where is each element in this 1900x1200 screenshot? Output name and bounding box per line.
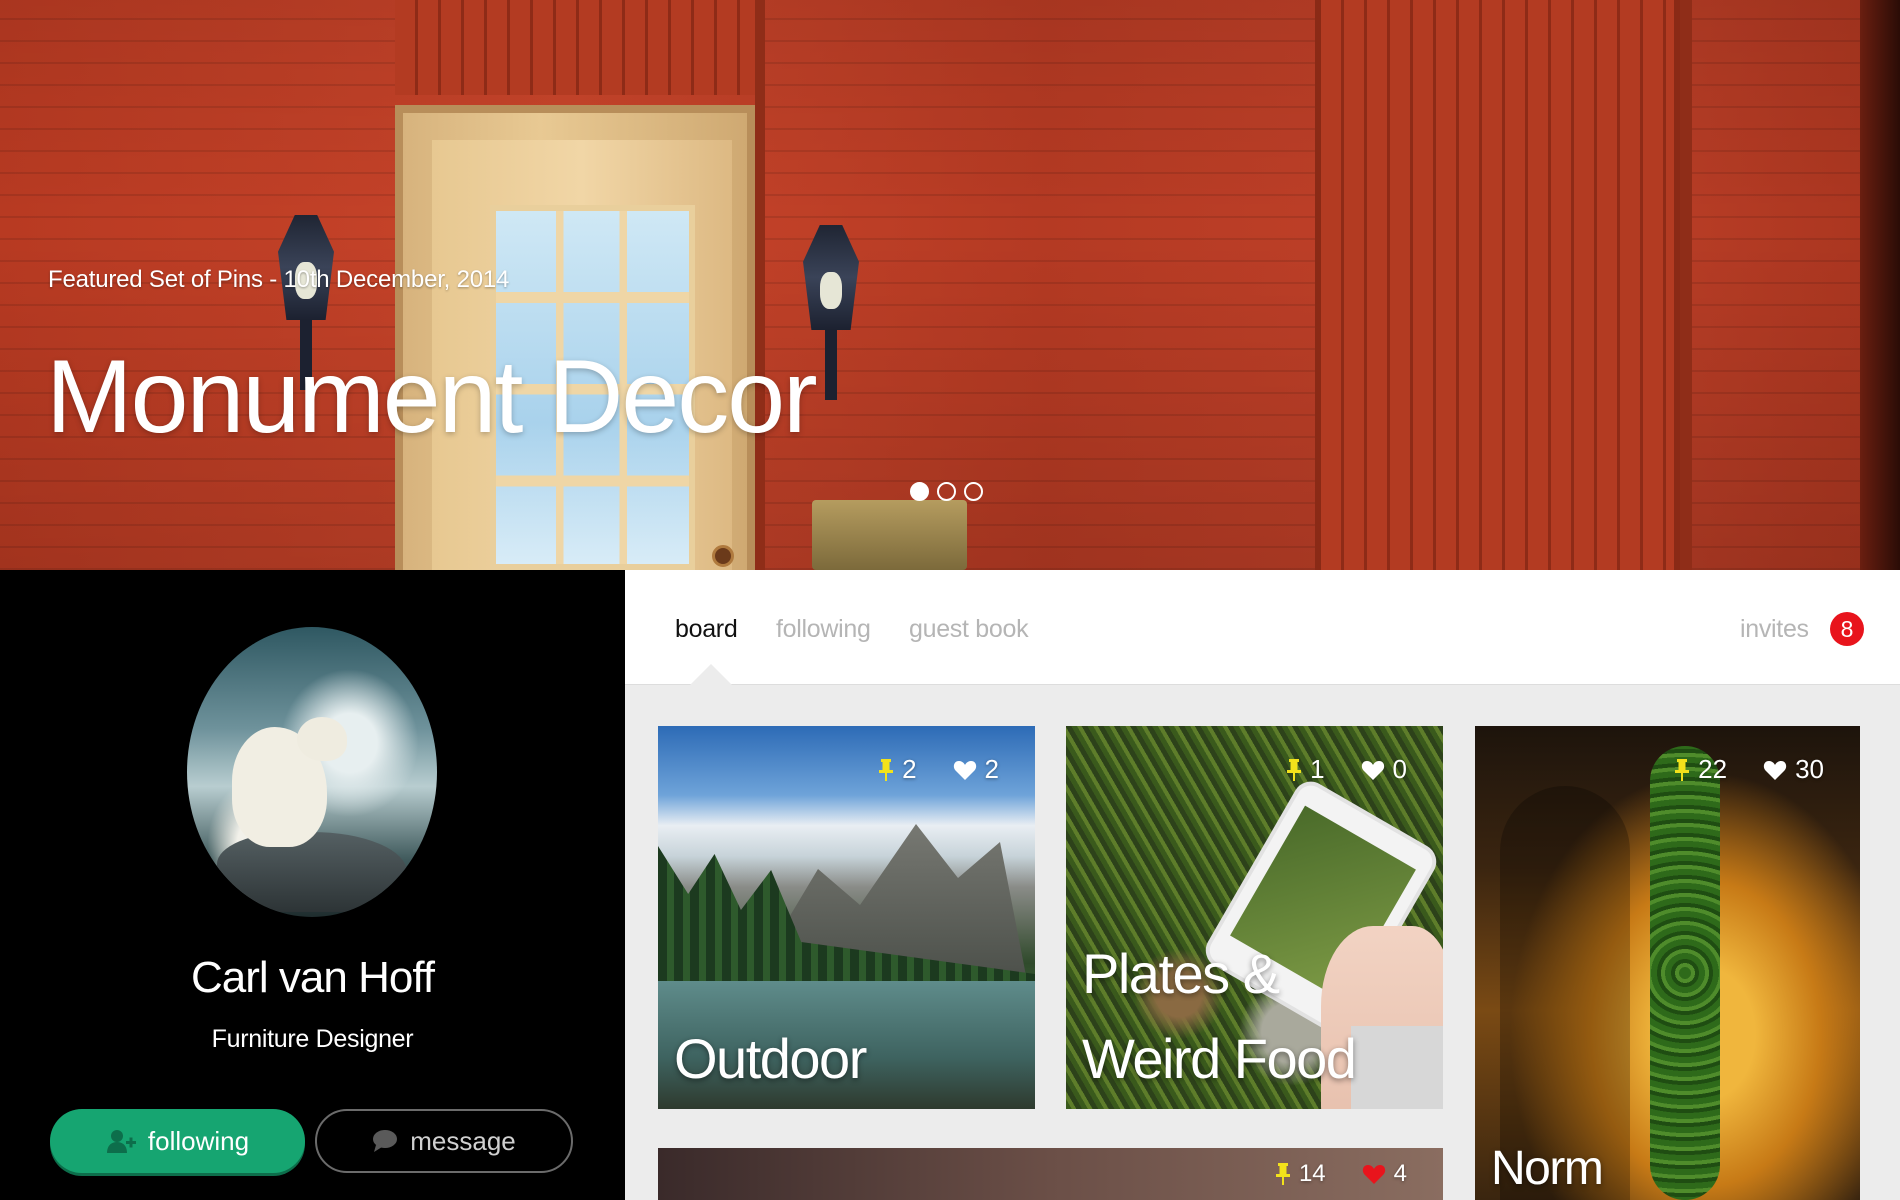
- card-stats: 2 2: [878, 754, 999, 785]
- main-panel: board following guest book invites 8 2 2…: [625, 570, 1900, 1200]
- card-stats: 22 30: [1674, 754, 1824, 785]
- following-button-label: following: [147, 1125, 250, 1156]
- card-image-vine: [1650, 746, 1720, 1200]
- pin-count-value: 14: [1298, 1160, 1326, 1187]
- slide-dot-3[interactable]: [964, 482, 983, 501]
- like-count-value: 30: [1795, 754, 1824, 784]
- profile-sidebar: Carl van Hoff Furniture Designer followi…: [0, 570, 625, 1200]
- pin-count: 1: [1286, 754, 1325, 785]
- heart-icon: [1362, 1165, 1385, 1184]
- pin-icon: [1675, 758, 1690, 781]
- tab-board[interactable]: board: [675, 615, 738, 644]
- pin-icon: [879, 758, 894, 781]
- pin-icon: [1275, 1163, 1290, 1185]
- heart-icon: [953, 760, 976, 780]
- board-title: Norm: [1491, 1142, 1604, 1195]
- avatar-rock: [217, 832, 407, 912]
- heart-icon: [1763, 760, 1787, 780]
- hero-door-knob: [712, 545, 734, 567]
- active-tab-pointer: [690, 664, 732, 685]
- pin-count-value: 2: [902, 754, 917, 784]
- tab-following[interactable]: following: [776, 615, 871, 644]
- message-button-label: message: [410, 1125, 516, 1156]
- profile-role: Furniture Designer: [211, 1025, 414, 1053]
- pin-count-value: 22: [1698, 754, 1728, 784]
- board-card-4[interactable]: 14 4: [658, 1148, 1443, 1200]
- pin-icon: [1287, 758, 1302, 781]
- tab-bar: board following guest book invites 8: [625, 570, 1900, 685]
- board-card-norm[interactable]: 22 30 Norm: [1475, 726, 1860, 1200]
- hero-subtitle: Featured Set of Pins - 10th December, 20…: [48, 266, 510, 293]
- hero-pillar: [755, 0, 765, 570]
- card-stats: 1 0: [1286, 754, 1407, 785]
- heart-icon: [1361, 760, 1384, 780]
- like-count[interactable]: 0: [1361, 754, 1407, 785]
- like-count-value: 0: [1392, 754, 1407, 784]
- slide-indicators: [910, 482, 983, 501]
- hero-wall-panel: [1315, 0, 1680, 570]
- add-user-icon: [106, 1130, 136, 1153]
- chat-bubble-icon: [373, 1130, 398, 1152]
- pin-count-value: 1: [1310, 754, 1325, 784]
- hero-shadow: [1860, 0, 1900, 570]
- slide-dot-1[interactable]: [910, 482, 929, 501]
- hero-title[interactable]: Monument Decor: [46, 338, 818, 457]
- following-button[interactable]: following: [50, 1109, 305, 1173]
- pin-count: 14: [1275, 1160, 1326, 1188]
- avatar[interactable]: [187, 627, 437, 917]
- board-title-line-1: Plates &: [1082, 942, 1280, 1005]
- card-stats: 14 4: [1275, 1160, 1407, 1188]
- hero-mailbox: [812, 500, 967, 570]
- like-count[interactable]: 4: [1362, 1160, 1407, 1188]
- hero-wall-panel: [395, 0, 755, 95]
- pin-count: 22: [1674, 754, 1727, 785]
- board-title: Outdoor: [674, 1027, 867, 1090]
- avatar-bear-head: [297, 717, 347, 761]
- hero-banner: Featured Set of Pins - 10th December, 20…: [0, 0, 1900, 570]
- hero-pillar: [1680, 0, 1692, 570]
- pin-count: 2: [878, 754, 917, 785]
- tab-invites[interactable]: invites: [1740, 615, 1809, 644]
- board-card-plates-weird-food[interactable]: 1 0 Plates & Weird Food: [1066, 726, 1443, 1109]
- board-card-outdoor[interactable]: 2 2 Outdoor: [658, 726, 1035, 1109]
- like-count[interactable]: 2: [953, 754, 999, 785]
- like-count[interactable]: 30: [1763, 754, 1824, 785]
- tab-guest-book[interactable]: guest book: [909, 615, 1029, 644]
- like-count-value: 2: [984, 754, 999, 784]
- like-count-value: 4: [1393, 1160, 1407, 1187]
- message-button[interactable]: message: [315, 1109, 573, 1173]
- board-title-line-2: Weird Food: [1082, 1027, 1357, 1090]
- slide-dot-2[interactable]: [937, 482, 956, 501]
- card-image-sleeve: [1351, 1026, 1443, 1109]
- invites-count-badge[interactable]: 8: [1830, 612, 1864, 646]
- profile-name: Carl van Hoff: [191, 953, 435, 1002]
